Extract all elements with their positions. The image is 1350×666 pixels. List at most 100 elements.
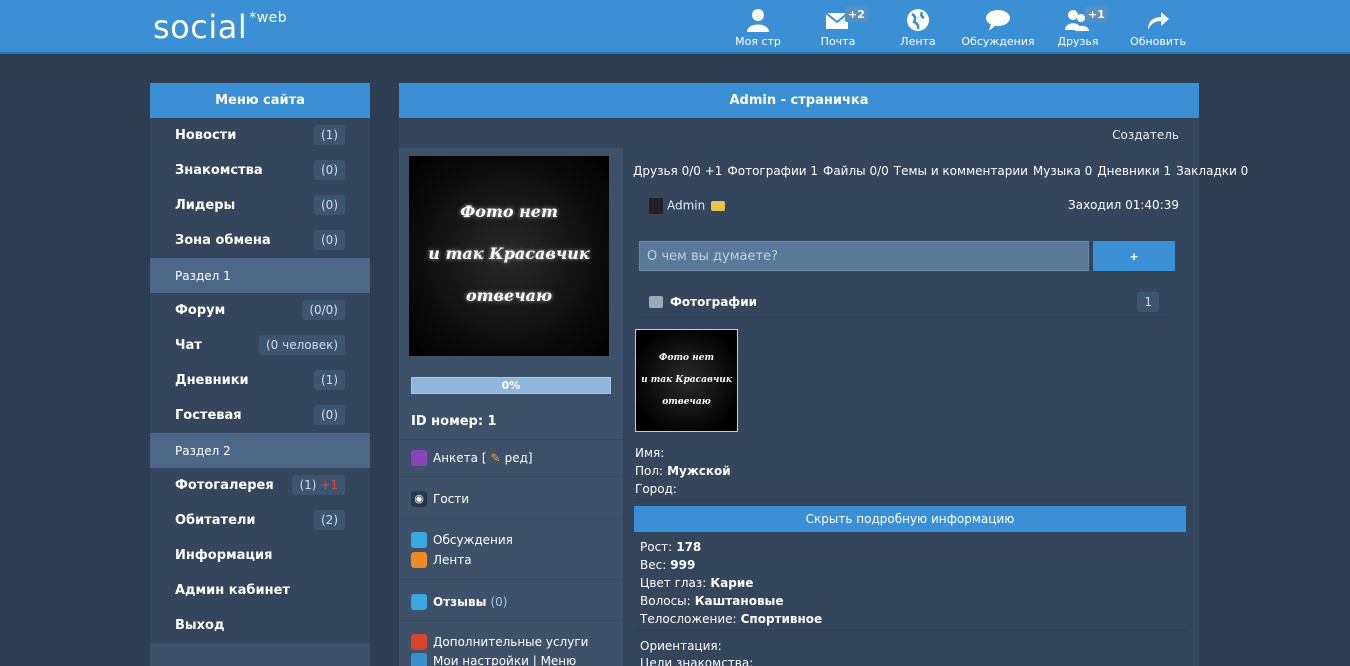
menu-item-leaders[interactable]: Лидеры (0) (150, 188, 370, 223)
id-number: ID номер: 1 (411, 414, 497, 429)
menu-item-photogallery[interactable]: Фотогалерея (1) +1 (150, 468, 370, 503)
nav-refresh-label: Обновить (1130, 35, 1186, 48)
menu-item-label: Форум (175, 302, 226, 318)
guests-label: Гости (433, 492, 470, 506)
thumb-text-line: отвечаю (662, 397, 711, 407)
counter-topics[interactable]: Темы и комментарии (894, 164, 1028, 178)
info-city: Город: (635, 482, 677, 496)
menu-item-logout[interactable]: Выход (150, 608, 370, 643)
wrench-icon (411, 653, 427, 666)
feed-label: Лента (433, 553, 472, 567)
thumb-text-line: Фото нет (658, 353, 714, 363)
photos-header[interactable]: Фотографии 1 (639, 287, 1169, 318)
menu-item-diaries[interactable]: Дневники (1) (150, 363, 370, 398)
last-seen: Заходил 01:40:39 (1068, 198, 1179, 212)
new-count-badge: +1 (320, 478, 338, 492)
menu-item-label: Знакомства (175, 162, 263, 178)
nav-discussions[interactable]: Обсуждения (958, 4, 1038, 50)
user-icon (747, 9, 769, 32)
status-submit-button[interactable]: + (1093, 241, 1175, 271)
avatar-text-line: и так Красавчик (428, 244, 590, 263)
chat-bubble-icon (986, 10, 1010, 31)
menu-item-label: Выход (175, 617, 225, 633)
menu-item-chat[interactable]: Чат (0 человек) (150, 328, 370, 363)
thumb-text-line: и так Красавчик (641, 375, 732, 385)
detail-body: Телосложение: Спортивное (640, 612, 823, 626)
menu-item-guestbook[interactable]: Гостевая (0) (150, 398, 370, 433)
counter-diaries[interactable]: Дневники 1 (1097, 164, 1171, 178)
nav-my-page-label: Моя стр (735, 35, 781, 48)
menu-item-label: Дневники (175, 372, 249, 388)
nav-my-page[interactable]: Моя стр (718, 4, 798, 50)
anketa-label: Анкета [ (433, 451, 487, 465)
menu-item-count: (0 человек) (259, 335, 345, 355)
menu-item-news[interactable]: Новости (1) (150, 118, 370, 153)
menu-item-exchange[interactable]: Зона обмена (0) (150, 223, 370, 258)
avatar-text-line: Фото нет (460, 202, 558, 221)
divider (634, 499, 1186, 500)
profile-right-column: Друзья 0/0 +1 Фотографии 1 Файлы 0/0 Темы и… (623, 148, 1248, 666)
photo-thumbnail[interactable]: Фото нет и так Красавчик отвечаю (635, 329, 738, 432)
photos-title: Фотографии (639, 295, 757, 309)
menu-item-forum[interactable]: Форум (0/0) (150, 293, 370, 328)
services-label: Дополнительные услуги (433, 635, 589, 649)
anketa-link[interactable]: Анкета [ ✎ ред] (411, 450, 533, 466)
site-logo[interactable]: social *web (153, 8, 287, 46)
top-nav: Моя стр +2 Почта Лента Обсуждения +1 Дру… (718, 4, 1198, 50)
reviews-link[interactable]: Отзывы (0) (411, 594, 507, 610)
profile-card-icon (411, 450, 427, 466)
feed-link[interactable]: Лента (411, 552, 472, 568)
nav-refresh[interactable]: Обновить (1118, 4, 1198, 50)
menu-item-label: Новости (175, 127, 237, 143)
menu-item-label: Зона обмена (175, 232, 271, 248)
menu-item-count: (0/0) (302, 300, 345, 320)
counter-photos[interactable]: Фотографии 1 (727, 164, 818, 178)
discussions-link[interactable]: Обсуждения (411, 532, 513, 548)
menu-item-dating[interactable]: Знакомства (0) (150, 153, 370, 188)
mail-badge: +2 (845, 7, 868, 22)
counter-music[interactable]: Музыка 0 (1033, 164, 1092, 178)
detail-height: Рост: 178 (640, 540, 702, 554)
reviews-icon (411, 594, 427, 610)
top-header: social *web Моя стр +2 Почта Лента Обсужд… (0, 0, 1350, 54)
reviews-label: Отзывы (433, 595, 487, 609)
user-mini-avatar (649, 198, 663, 214)
divider (634, 630, 1186, 631)
nav-feed[interactable]: Лента (878, 4, 958, 50)
nav-mail[interactable]: +2 Почта (798, 4, 878, 50)
nav-friends[interactable]: +1 Друзья (1038, 4, 1118, 50)
page-title: Admin - страничка (399, 83, 1199, 118)
avatar-text-line: отвечаю (465, 286, 553, 305)
detail-orientation: Ориентация: (640, 639, 722, 653)
status-input[interactable] (639, 241, 1089, 271)
detail-hair: Волосы: Каштановые (640, 594, 784, 608)
chat-bubble-icon (411, 532, 427, 548)
settings-link[interactable]: Мои настройки | Меню (411, 653, 576, 666)
menu-item-count: (0) (314, 230, 345, 250)
profile-counters: Друзья 0/0 +1 Фотографии 1 Файлы 0/0 Темы и… (633, 164, 1253, 178)
counter-bookmarks[interactable]: Закладки 0 (1176, 164, 1248, 178)
menu-item-count: (0) (314, 160, 345, 180)
counter-friends[interactable]: Друзья 0/0 +1 (633, 164, 722, 178)
discussions-label: Обсуждения (433, 533, 513, 547)
avatar[interactable]: Фото нет и так Красавчик отвечаю (409, 156, 609, 356)
divider (399, 620, 623, 621)
menu-item-admin[interactable]: Админ кабинет (150, 573, 370, 608)
hide-details-button[interactable]: Скрыть подробную информацию (634, 506, 1186, 532)
menu-item-information[interactable]: Информация (150, 538, 370, 573)
photos-count: 1 (1137, 292, 1159, 312)
camera-icon (649, 296, 663, 308)
divider (399, 579, 623, 580)
menu-item-label: Информация (175, 547, 273, 563)
menu-section-1: Раздел 1 (150, 258, 370, 293)
anketa-edit-label[interactable]: ред] (505, 451, 533, 465)
counter-files[interactable]: Файлы 0/0 (823, 164, 889, 178)
reviews-count: (0) (490, 595, 508, 609)
menu-item-label: Обитатели (175, 512, 256, 528)
menu-item-residents[interactable]: Обитатели (2) (150, 503, 370, 538)
info-sex: Пол: Мужской (635, 464, 731, 478)
services-link[interactable]: Дополнительные услуги (411, 634, 588, 650)
guests-link[interactable]: ◉ Гости (411, 491, 469, 507)
progress-text: 0% (501, 379, 521, 392)
username[interactable]: Admin (667, 199, 705, 213)
